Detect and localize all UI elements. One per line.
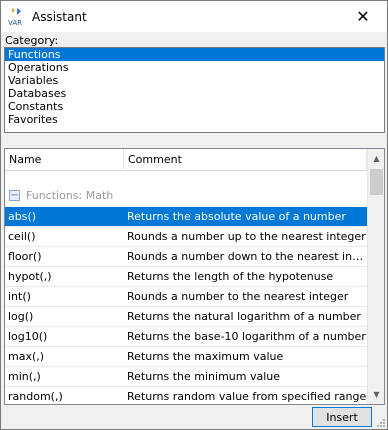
table-row[interactable]: log() Returns the natural logarithm of a … <box>5 307 367 327</box>
insert-button[interactable]: Insert <box>312 407 372 427</box>
function-comment-cell: Returns the base-10 logarithm of a numbe… <box>127 330 366 343</box>
table-row[interactable]: floor() Rounds a number down to the neare… <box>5 247 367 267</box>
group-header-math[interactable]: − Functions: Math <box>5 185 367 205</box>
function-name-cell: min(,) <box>8 370 41 383</box>
function-comment-cell: Rounds a number up to the nearest intege… <box>127 230 366 243</box>
function-comment-cell: Rounds a number to the nearest integer <box>127 290 349 303</box>
scroll-up-icon[interactable]: ▲ <box>368 150 384 167</box>
svg-text:VAR: VAR <box>8 19 22 27</box>
category-item-constants[interactable]: Constants <box>5 100 384 113</box>
var-icon: VAR <box>8 8 22 27</box>
table-row[interactable]: max(,) Returns the maximum value <box>5 347 367 367</box>
function-name-cell: log10() <box>8 330 48 343</box>
vertical-scrollbar[interactable]: ▲ ▼ <box>367 149 384 404</box>
function-name-cell: max(,) <box>8 350 45 363</box>
function-name-cell: random(,) <box>8 390 63 403</box>
function-comment-cell: Returns the length of the hypotenuse <box>127 270 334 283</box>
category-item-favorites[interactable]: Favorites <box>5 113 384 126</box>
table-row[interactable]: log10() Returns the base-10 logarithm of … <box>5 327 367 347</box>
function-comment-cell: Returns the absolute value of a number <box>127 210 346 223</box>
function-comment-cell: Rounds a number down to the nearest inte… <box>127 250 367 263</box>
group-label: Functions: Math <box>26 188 114 202</box>
table-rows: abs() Returns the absolute value of a num… <box>5 207 367 404</box>
table-row[interactable]: hypot(,) Returns the length of the hypote… <box>5 267 367 287</box>
category-item-functions[interactable]: Functions <box>5 48 384 61</box>
function-name-cell: hypot(,) <box>8 270 52 283</box>
scroll-down-icon[interactable]: ▼ <box>368 386 384 403</box>
function-name-cell: floor() <box>8 250 42 263</box>
table-header: Name Comment <box>5 149 384 171</box>
function-comment-cell: Returns the maximum value <box>127 350 284 363</box>
title-bar: VAR Assistant ✕ <box>1 1 387 32</box>
category-listbox[interactable]: Functions Operations Variables Databases Con… <box>4 47 385 133</box>
table-row[interactable]: random(,) Returns random value from speci… <box>5 387 367 404</box>
table-row[interactable]: abs() Returns the absolute value of a num… <box>5 207 367 227</box>
category-label: Category: <box>5 34 59 47</box>
scroll-thumb[interactable] <box>370 169 383 195</box>
table-row[interactable]: int() Rounds a number to the nearest inte… <box>5 287 367 307</box>
resize-grip-icon[interactable] <box>375 417 385 427</box>
table-row[interactable]: min(,) Returns the minimum value <box>5 367 367 387</box>
column-header-name[interactable]: Name <box>5 149 124 171</box>
window-title: Assistant <box>32 10 87 24</box>
close-icon: ✕ <box>356 6 370 26</box>
close-button[interactable]: ✕ <box>343 3 383 29</box>
function-comment-cell: Returns random value from specified rang… <box>127 390 367 403</box>
table-row[interactable]: ceil() Rounds a number up to the nearest … <box>5 227 367 247</box>
function-name-cell: log() <box>8 310 34 323</box>
function-name-cell: int() <box>8 290 31 303</box>
function-comment-cell: Returns the natural logarithm of a numbe… <box>127 310 361 323</box>
category-item-databases[interactable]: Databases <box>5 87 384 100</box>
category-item-operations[interactable]: Operations <box>5 61 384 74</box>
function-name-cell: ceil() <box>8 230 36 243</box>
category-item-variables[interactable]: Variables <box>5 74 384 87</box>
functions-table: Name Comment − Functions: Math abs() Retu… <box>4 148 385 405</box>
function-comment-cell: Returns the minimum value <box>127 370 281 383</box>
collapse-icon[interactable]: − <box>9 189 20 201</box>
assistant-window: VAR Assistant ✕ Category: Functions Opera… <box>0 0 388 430</box>
column-header-comment[interactable]: Comment <box>124 149 367 171</box>
function-name-cell: abs() <box>8 210 37 223</box>
